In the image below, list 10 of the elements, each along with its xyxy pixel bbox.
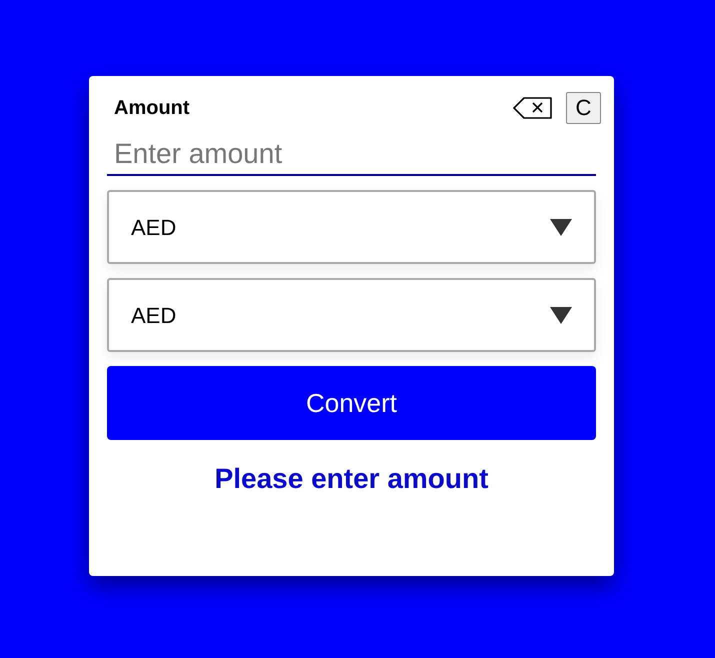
clear-button[interactable]: C (566, 92, 601, 124)
error-message: Please enter amount (214, 462, 488, 496)
convert-button[interactable]: Convert (107, 366, 596, 440)
dropdown-arrow-icon (550, 218, 572, 236)
amount-input[interactable]: Enter amount (107, 134, 596, 176)
currency-select[interactable]: AED (107, 190, 596, 264)
currency-select[interactable]: AED (107, 278, 596, 352)
dropdown-arrow-icon (550, 306, 572, 324)
backspace-icon[interactable] (513, 96, 553, 120)
amount-label: Amount (114, 96, 190, 121)
